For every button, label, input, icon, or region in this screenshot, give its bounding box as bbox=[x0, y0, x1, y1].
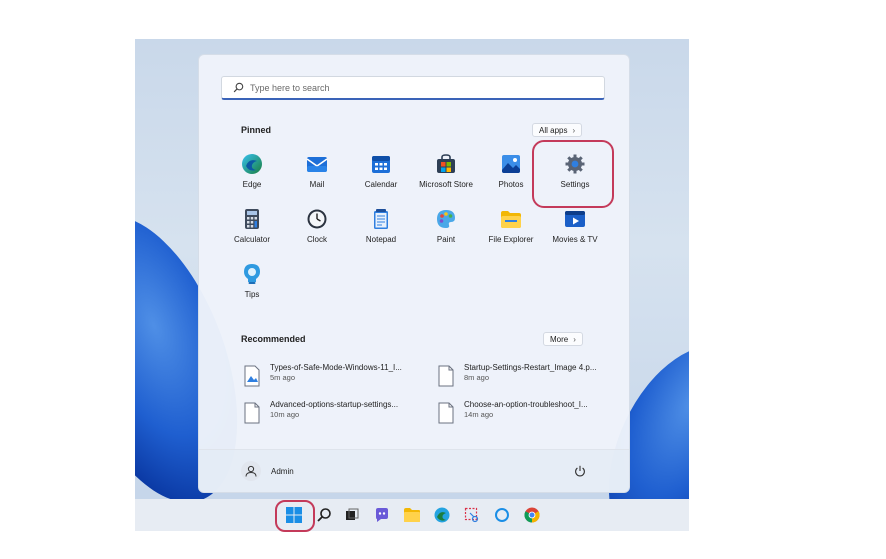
start-menu: Pinned All apps › Edge Mail Calendar Mic… bbox=[198, 54, 630, 493]
image-file-icon bbox=[244, 365, 260, 387]
cortana-icon bbox=[495, 508, 509, 522]
chevron-right-icon: › bbox=[573, 334, 576, 344]
taskbar-snipping-tool-button[interactable] bbox=[462, 505, 482, 525]
paint-icon bbox=[434, 207, 458, 231]
recommended-item-name: Startup-Settings-Restart_Image 4.p... bbox=[464, 363, 597, 372]
document-icon bbox=[438, 365, 454, 387]
document-icon bbox=[438, 402, 454, 424]
pinned-app-file-explorer[interactable]: File Explorer bbox=[476, 207, 546, 257]
taskbar-chat-button[interactable] bbox=[372, 505, 392, 525]
pinned-title: Pinned bbox=[241, 125, 272, 135]
recommended-item-time: 14m ago bbox=[464, 410, 494, 419]
snipping-tool-icon bbox=[464, 507, 479, 523]
avatar bbox=[241, 461, 261, 481]
app-label: Tips bbox=[244, 290, 260, 299]
movies-icon bbox=[563, 207, 587, 231]
recommended-item[interactable]: Choose-an-option-troubleshoot_I... 14m a… bbox=[438, 400, 623, 430]
more-label: More bbox=[550, 334, 569, 344]
folder-icon bbox=[499, 207, 523, 231]
pinned-app-clock[interactable]: Clock bbox=[282, 207, 352, 257]
start-menu-footer: Admin bbox=[199, 449, 629, 492]
pinned-app-settings[interactable]: Settings bbox=[540, 152, 610, 202]
app-label: Mail bbox=[309, 180, 325, 189]
chat-icon bbox=[376, 508, 388, 522]
recommended-item-name: Advanced-options-startup-settings... bbox=[270, 400, 399, 409]
recommended-item-time: 5m ago bbox=[270, 373, 296, 382]
app-label: Movies & TV bbox=[552, 235, 598, 244]
store-icon bbox=[434, 152, 458, 176]
search-icon bbox=[317, 508, 331, 522]
app-label: Calendar bbox=[364, 180, 398, 189]
taskbar bbox=[135, 499, 689, 531]
app-label: Clock bbox=[306, 235, 327, 244]
calculator-icon bbox=[240, 207, 264, 231]
app-label: File Explorer bbox=[488, 235, 534, 244]
clock-icon bbox=[305, 207, 329, 231]
taskbar-chrome-button[interactable] bbox=[522, 505, 542, 525]
all-apps-label: All apps bbox=[539, 125, 568, 135]
power-icon bbox=[575, 465, 585, 477]
notepad-icon bbox=[369, 207, 393, 231]
taskbar-search-button[interactable] bbox=[314, 505, 334, 525]
recommended-item-name: Choose-an-option-troubleshoot_I... bbox=[464, 400, 588, 409]
pinned-app-calendar[interactable]: Calendar bbox=[346, 152, 416, 202]
taskbar-task-view-button[interactable] bbox=[342, 505, 362, 525]
pinned-app-notepad[interactable]: Notepad bbox=[346, 207, 416, 257]
app-label: Microsoft Store bbox=[419, 180, 473, 189]
user-account-button[interactable]: Admin bbox=[241, 461, 294, 481]
taskbar-cortana-button[interactable] bbox=[492, 505, 512, 525]
chrome-icon bbox=[524, 507, 540, 523]
app-label: Settings bbox=[560, 180, 590, 189]
pinned-app-calculator[interactable]: Calculator bbox=[217, 207, 287, 257]
search-icon bbox=[229, 79, 247, 97]
app-label: Notepad bbox=[365, 235, 397, 244]
start-button-highlight-ring bbox=[275, 500, 315, 532]
photos-icon bbox=[499, 152, 523, 176]
taskbar-file-explorer-button[interactable] bbox=[402, 505, 422, 525]
tips-icon bbox=[240, 262, 264, 286]
edge-icon bbox=[434, 507, 450, 523]
all-apps-button[interactable]: All apps › bbox=[532, 123, 583, 137]
pinned-app-mail[interactable]: Mail bbox=[282, 152, 352, 202]
pinned-app-movies-tv[interactable]: Movies & TV bbox=[540, 207, 610, 257]
recommended-item[interactable]: Types-of-Safe-Mode-Windows-11_I... 5m ag… bbox=[244, 363, 429, 393]
app-label: Edge bbox=[242, 180, 262, 189]
edge-icon bbox=[240, 152, 264, 176]
pinned-app-tips[interactable]: Tips bbox=[217, 262, 287, 312]
recommended-item-name: Types-of-Safe-Mode-Windows-11_I... bbox=[270, 363, 402, 372]
recommended-item[interactable]: Advanced-options-startup-settings... 10m… bbox=[244, 400, 429, 430]
more-button[interactable]: More › bbox=[543, 332, 583, 346]
recommended-item-time: 10m ago bbox=[270, 410, 300, 419]
recommended-item[interactable]: Startup-Settings-Restart_Image 4.p... 8m… bbox=[438, 363, 623, 393]
recommended-item-time: 8m ago bbox=[464, 373, 490, 382]
pinned-app-microsoft-store[interactable]: Microsoft Store bbox=[411, 152, 481, 202]
power-button[interactable] bbox=[571, 462, 589, 480]
app-label: Paint bbox=[436, 235, 456, 244]
app-label: Photos bbox=[498, 180, 524, 189]
pinned-app-photos[interactable]: Photos bbox=[476, 152, 546, 202]
chevron-right-icon: › bbox=[572, 125, 576, 135]
taskbar-edge-button[interactable] bbox=[432, 505, 452, 525]
search-input[interactable] bbox=[247, 81, 592, 94]
recommended-title: Recommended bbox=[241, 334, 306, 344]
task-view-icon bbox=[346, 508, 359, 520]
folder-icon bbox=[404, 508, 420, 522]
user-name: Admin bbox=[271, 466, 294, 476]
pinned-app-edge[interactable]: Edge bbox=[217, 152, 287, 202]
document-icon bbox=[244, 402, 260, 424]
app-label: Calculator bbox=[233, 235, 270, 244]
calendar-icon bbox=[369, 152, 393, 176]
mail-icon bbox=[305, 152, 329, 176]
user-icon bbox=[245, 465, 257, 477]
gear-icon bbox=[563, 152, 587, 176]
search-box[interactable] bbox=[221, 76, 605, 100]
pinned-app-paint[interactable]: Paint bbox=[411, 207, 481, 257]
